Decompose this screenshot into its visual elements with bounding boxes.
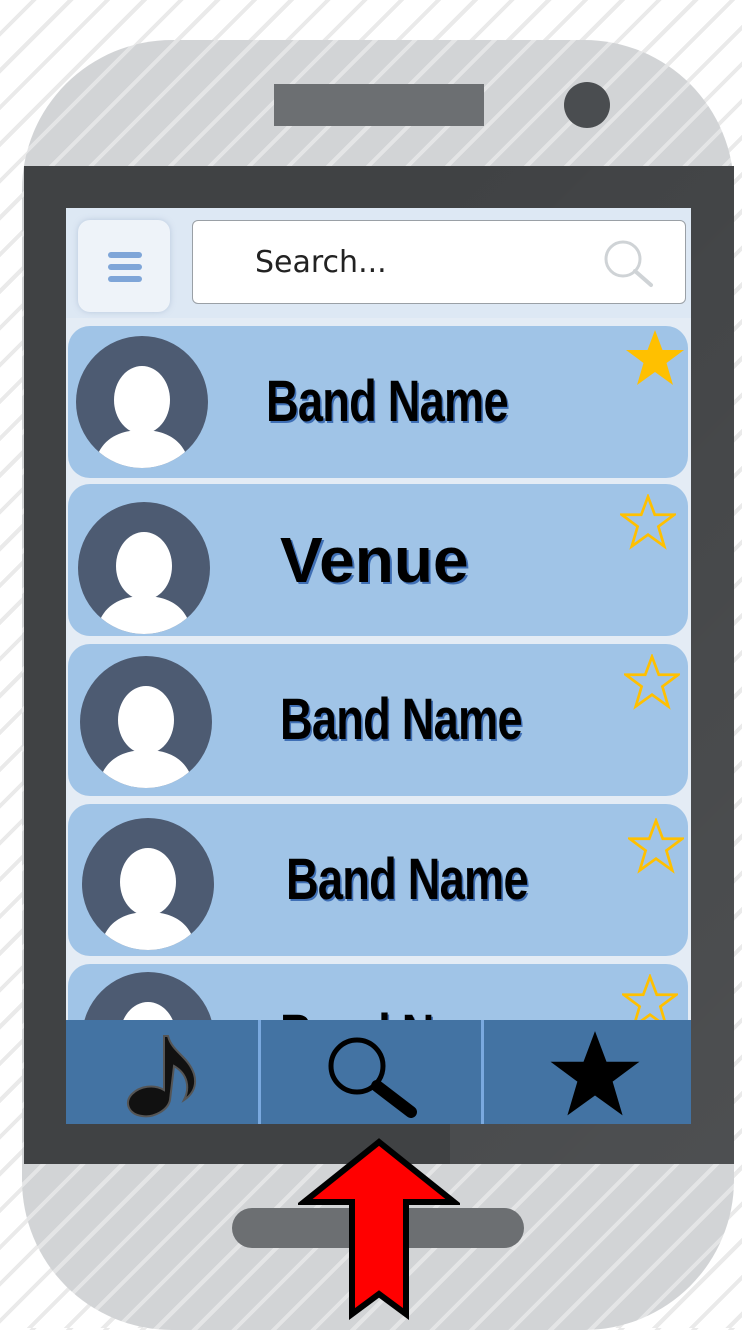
up-arrow-icon: [298, 1138, 460, 1320]
list-item-label: Band Name: [286, 847, 529, 912]
avatar: [80, 656, 212, 788]
list-item[interactable]: Band Name: [68, 644, 688, 796]
list-item[interactable]: Venue: [68, 484, 688, 636]
list-item-label: Venue: [280, 524, 469, 596]
avatar: [82, 818, 214, 950]
user-silhouette-icon: [98, 686, 194, 788]
list-item[interactable]: Band Name: [68, 804, 688, 956]
music-note-icon: [126, 1035, 196, 1118]
top-bar: Search...: [66, 208, 691, 318]
star-icon: [550, 1031, 640, 1116]
star-outline-icon[interactable]: [624, 654, 680, 710]
search-icon: [328, 1037, 417, 1118]
list-item[interactable]: Band Name: [68, 326, 688, 478]
menu-button[interactable]: [78, 220, 170, 312]
star-icon[interactable]: [624, 328, 686, 388]
app-screen: Search... Band Name Venue Band Name Band…: [66, 208, 691, 1124]
list-item-label: Band Name: [266, 369, 509, 434]
user-silhouette-icon: [94, 366, 190, 468]
tab-music[interactable]: [66, 1020, 258, 1124]
list-item-label: Band Name: [280, 687, 523, 752]
search-placeholder: Search...: [255, 245, 387, 280]
phone-camera: [564, 82, 610, 128]
phone-speaker: [274, 84, 484, 126]
tab-search[interactable]: [261, 1020, 481, 1124]
avatar: [78, 502, 210, 634]
star-outline-icon[interactable]: [628, 818, 684, 874]
user-silhouette-icon: [96, 532, 192, 634]
user-silhouette-icon: [100, 848, 196, 950]
search-input[interactable]: Search...: [192, 220, 686, 304]
avatar: [76, 336, 208, 468]
search-icon[interactable]: [601, 237, 657, 289]
tab-favorites[interactable]: [484, 1020, 691, 1124]
star-outline-icon[interactable]: [620, 494, 676, 550]
bottom-tab-bar: [66, 1020, 691, 1124]
